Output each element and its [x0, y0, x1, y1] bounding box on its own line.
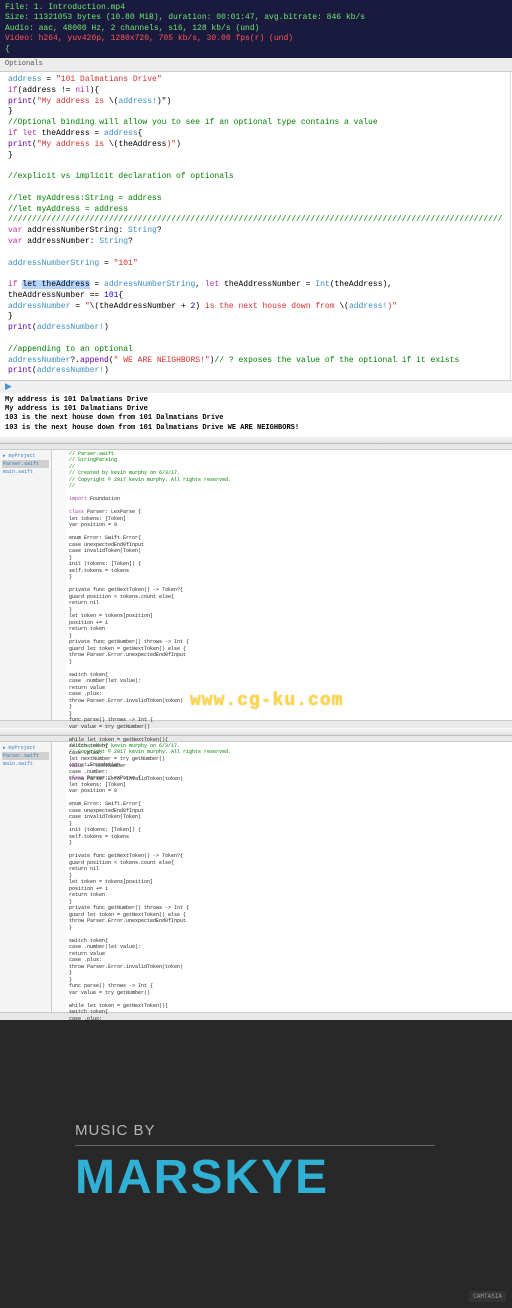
sidebar-item: ▸ myProject — [2, 744, 49, 752]
playground-footer: ▶ — [0, 380, 512, 393]
playground-header: Optionals — [0, 58, 512, 72]
credit-name: MARSKYE — [75, 1150, 329, 1205]
swift-playground: Optionals address = "101 Dalmatians Driv… — [0, 58, 512, 436]
xcode-window-1: ▸ myProject Parser.swift main.swift // P… — [0, 436, 512, 728]
divider — [75, 1145, 435, 1146]
sidebar-item: main.swift — [2, 468, 49, 476]
credits-screen: MUSIC BY MARSKYE CAMTASIA — [0, 1020, 512, 1308]
play-button[interactable]: ▶ — [5, 382, 12, 392]
xcode-editor[interactable]: // Parser.swift // StringParsing // // C… — [52, 450, 512, 720]
file-line: File: 1. Introduction.mp4 — [5, 3, 507, 13]
tab-optionals[interactable]: Optionals — [5, 60, 43, 68]
line-gutter — [52, 742, 66, 1012]
sidebar-item: main.swift — [2, 760, 49, 768]
xcode-navigator[interactable]: ▸ myProject Parser.swift main.swift — [0, 450, 52, 720]
console-output: My address is 101 Dalmatians Drive My ad… — [0, 393, 512, 435]
source-code[interactable]: // Created by kevin murphy on 6/3/17. //… — [66, 742, 512, 1012]
bracket-line: { — [5, 45, 507, 55]
line-gutter — [52, 450, 66, 720]
size-line: Size: 11321053 bytes (10.80 MiB), durati… — [5, 13, 507, 23]
music-by-label: MUSIC BY — [75, 1122, 156, 1139]
xcode-toolbar[interactable] — [0, 436, 512, 444]
xcode-navigator[interactable]: ▸ myProject Parser.swift main.swift — [0, 742, 52, 1012]
camtasia-badge: CAMTASIA — [469, 1291, 506, 1302]
code-editor[interactable]: address = "101 Dalmatians Drive" if(addr… — [0, 72, 510, 380]
sidebar-item: Parser.swift — [2, 752, 49, 760]
xcode-editor[interactable]: // Created by kevin murphy on 6/3/17. //… — [52, 742, 512, 1012]
terminal-output: File: 1. Introduction.mp4 Size: 11321053… — [0, 0, 512, 58]
audio-line: Audio: aac, 48000 Hz, 2 channels, s16, 1… — [5, 24, 507, 34]
video-line: Video: h264, yuv420p, 1280x720, 705 kb/s… — [5, 34, 507, 44]
sidebar-item: ▸ myProject — [2, 452, 49, 460]
source-code[interactable]: // Parser.swift // StringParsing // // C… — [66, 450, 512, 720]
sidebar-item: Parser.swift — [2, 460, 49, 468]
